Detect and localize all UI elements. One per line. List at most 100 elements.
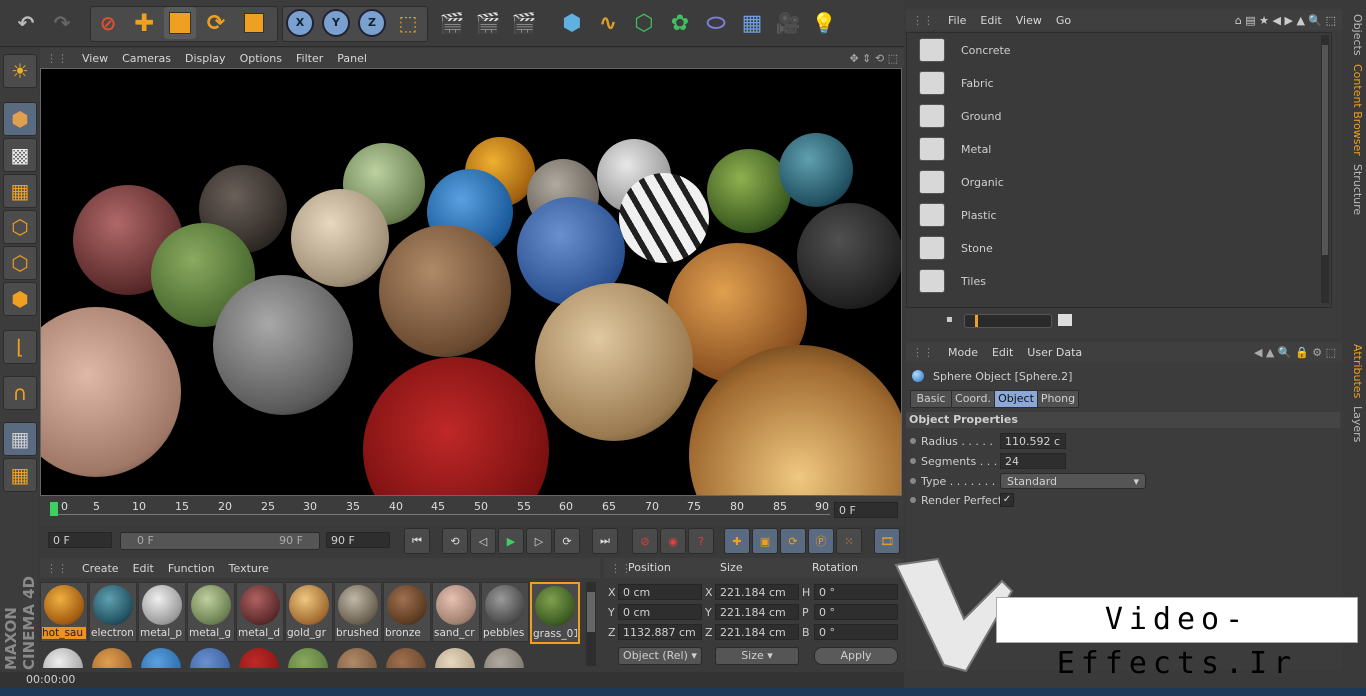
menu-edit[interactable]: Edit [133, 562, 154, 575]
menu-mode[interactable]: Mode [948, 346, 978, 359]
size-mode-dropdown[interactable]: Size ▾ [715, 647, 799, 665]
sphere-pink-plaster[interactable] [41, 307, 181, 477]
size-y-field[interactable]: 221.184 cm [715, 604, 799, 620]
large-thumbnail-icon[interactable] [1058, 314, 1072, 326]
menu-view[interactable]: View [1016, 14, 1042, 27]
animate-dot[interactable] [910, 438, 916, 444]
side-tab-objects[interactable]: Objects [1344, 10, 1364, 60]
folder-fabric[interactable]: Fabric [919, 70, 1219, 96]
spline-icon[interactable]: ∿ [592, 7, 624, 39]
type-dropdown[interactable]: Standard ▾ [1000, 473, 1146, 489]
material-swatch[interactable]: electron [89, 582, 137, 642]
material-preview[interactable] [190, 648, 230, 668]
menu-options[interactable]: Options [240, 52, 282, 65]
light-icon[interactable]: 💡 [808, 7, 840, 39]
menu-function[interactable]: Function [168, 562, 215, 575]
segments-field[interactable]: 24 [1000, 453, 1066, 469]
record-icon[interactable]: ⊘ [632, 528, 658, 554]
small-thumbnail-icon[interactable]: ▪ [946, 314, 953, 325]
menu-user-data[interactable]: User Data [1027, 346, 1082, 359]
live-selection-icon[interactable]: ⊘ [92, 7, 124, 39]
apply-button[interactable]: Apply [814, 647, 898, 665]
menu-edit[interactable]: Edit [992, 346, 1013, 359]
material-swatch[interactable]: metal_g [187, 582, 235, 642]
folder-tiles[interactable]: Tiles [919, 268, 1219, 294]
goto-end-icon[interactable]: ⏭ [592, 528, 618, 554]
edges-mode-icon[interactable]: ⬡ [3, 246, 37, 280]
points-mode-icon[interactable]: ⬡ [3, 210, 37, 244]
timeline-ruler[interactable]: 0 5 10 15 20 25 30 35 40 45 50 55 60 65 … [50, 500, 830, 518]
z-axis-icon[interactable]: Z [356, 7, 388, 39]
menu-cameras[interactable]: Cameras [122, 52, 171, 65]
menu-view[interactable]: View [82, 52, 108, 65]
polygons-mode-icon[interactable]: ⬢ [3, 282, 37, 316]
position-z-field[interactable]: 1132.887 cm [618, 624, 702, 640]
material-swatch[interactable]: sand_cr [432, 582, 480, 642]
material-preview[interactable] [92, 648, 132, 668]
coordinate-system-icon[interactable]: ⬚ [392, 7, 424, 39]
play-icon[interactable]: ▶ [498, 528, 524, 554]
render-view-icon[interactable]: 🎬 [436, 7, 468, 39]
material-swatch[interactable]: brushed [334, 582, 382, 642]
3d-viewport[interactable] [40, 68, 902, 496]
timeline-window-icon[interactable]: 🎞 [874, 528, 900, 554]
folder-stone[interactable]: Stone [919, 235, 1219, 261]
key-scale-icon[interactable]: ▣ [752, 528, 778, 554]
playhead[interactable] [50, 502, 58, 516]
side-tab-structure[interactable]: Structure [1344, 160, 1364, 220]
range-slider[interactable]: 0 F 90 F [120, 532, 320, 550]
planar-workplane-icon[interactable]: ▦ [3, 458, 37, 492]
redo-icon[interactable]: ↷ [46, 7, 78, 39]
radius-field[interactable]: 110.592 c [1000, 433, 1066, 449]
end-frame-field[interactable]: 90 F [326, 532, 390, 548]
folder-scrollbar[interactable] [1321, 35, 1329, 303]
menu-edit[interactable]: Edit [980, 14, 1001, 27]
folder-plastic[interactable]: Plastic [919, 202, 1219, 228]
menu-file[interactable]: File [948, 14, 966, 27]
key-position-icon[interactable]: ✚ [724, 528, 750, 554]
view-navigation-icons[interactable]: ✥ ⇕ ⟲ ⬚ [849, 52, 898, 65]
material-swatch[interactable]: metal_d [236, 582, 284, 642]
side-tab-layers[interactable]: Layers [1344, 404, 1364, 444]
side-tab-content-browser[interactable]: Content Browser [1344, 62, 1364, 158]
position-y-field[interactable]: 0 cm [618, 604, 702, 620]
rotation-h-field[interactable]: 0 ° [814, 584, 898, 600]
menu-go[interactable]: Go [1056, 14, 1071, 27]
folder-concrete[interactable]: Concrete [919, 37, 1219, 63]
cube-icon[interactable]: ⬢ [556, 7, 588, 39]
sphere-electron[interactable] [779, 133, 853, 207]
material-preview[interactable] [43, 648, 83, 668]
key-parameter-icon[interactable]: Ⓟ [808, 528, 834, 554]
material-swatch[interactable]: bronze [383, 582, 431, 642]
animate-dot[interactable] [910, 478, 916, 484]
workplane-icon[interactable]: ▦ [3, 174, 37, 208]
thumbnail-size-slider[interactable] [964, 314, 1052, 328]
rotate-icon[interactable]: ⟳ [200, 7, 232, 39]
keyframe-selection-icon[interactable]: ? [688, 528, 714, 554]
x-axis-icon[interactable]: X [284, 7, 316, 39]
menu-texture[interactable]: Texture [229, 562, 269, 575]
texture-mode-icon[interactable]: ▩ [3, 138, 37, 172]
folder-ground[interactable]: Ground [919, 103, 1219, 129]
render-perfect-checkbox[interactable]: ✓ [1000, 493, 1014, 507]
size-x-field[interactable]: 221.184 cm [715, 584, 799, 600]
next-frame-icon[interactable]: ▷ [526, 528, 552, 554]
key-rotation-icon[interactable]: ⟳ [780, 528, 806, 554]
folder-organic[interactable]: Organic [919, 169, 1219, 195]
camera-icon[interactable]: 🎥 [772, 7, 804, 39]
sphere-sand[interactable] [291, 189, 389, 287]
sphere-marble[interactable] [213, 275, 353, 415]
menu-display[interactable]: Display [185, 52, 226, 65]
material-preview[interactable] [337, 648, 377, 668]
material-scrollbar[interactable] [586, 582, 596, 666]
attribute-nav-icons[interactable]: ◀ ▲ 🔍 🔒 ⚙ ⬚ [1254, 346, 1336, 359]
move-icon[interactable]: ✚ [128, 7, 160, 39]
menu-filter[interactable]: Filter [296, 52, 323, 65]
start-frame-field[interactable]: 0 F [48, 532, 112, 548]
browser-nav-icons[interactable]: ⌂ ▤ ★ ◀ ▶ ▲ 🔍 ⬚ [1235, 14, 1336, 27]
timeline[interactable]: 0 5 10 15 20 25 30 35 40 45 50 55 60 65 … [40, 496, 904, 526]
side-tab-attributes[interactable]: Attributes [1344, 344, 1364, 398]
material-preview[interactable] [288, 648, 328, 668]
floor-icon[interactable]: ▦ [736, 7, 768, 39]
last-tool-icon[interactable] [238, 7, 270, 39]
